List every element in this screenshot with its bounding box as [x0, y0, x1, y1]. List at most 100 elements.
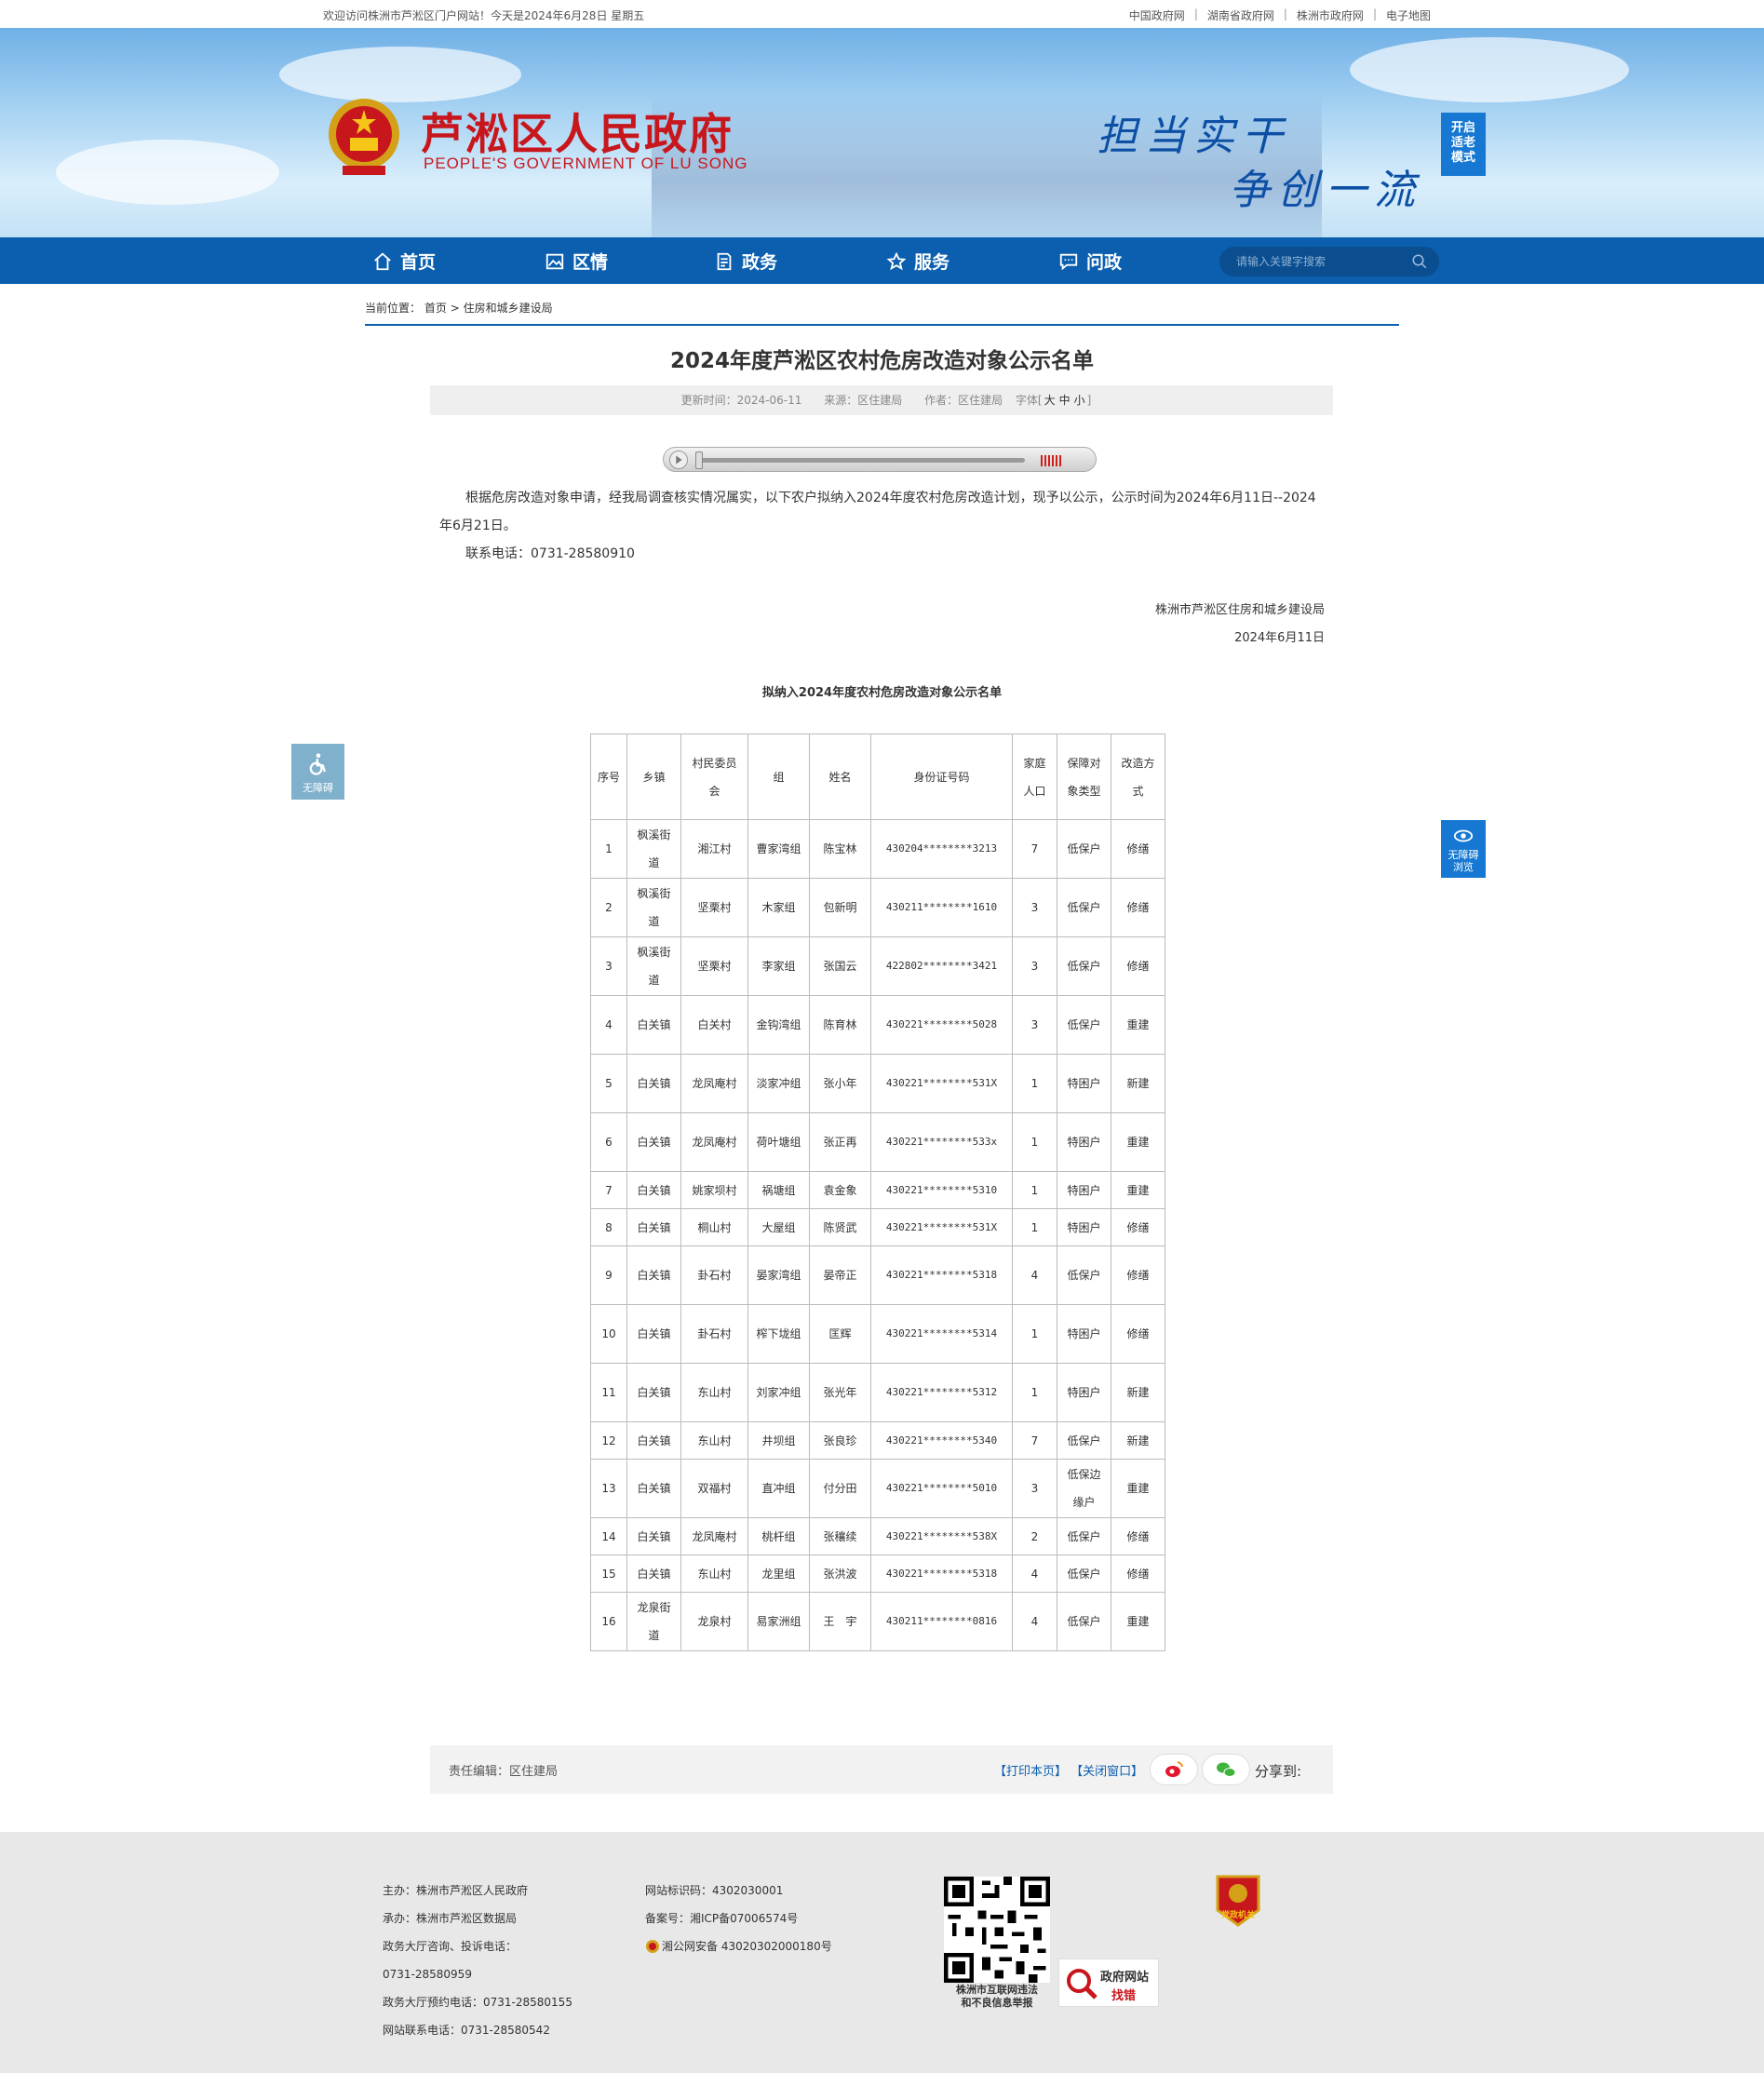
link-china-gov[interactable]: 中国政府网	[1129, 7, 1185, 23]
table-cell: 特困户	[1057, 1304, 1111, 1364]
weibo-share-button[interactable]	[1150, 1754, 1198, 1785]
site-title: 芦淞区人民政府	[421, 109, 734, 159]
footer-police-record[interactable]: 湘公网安备 43020302000180号	[645, 1932, 832, 1960]
find-error-button[interactable]: 政府网站 找错	[1058, 1959, 1159, 2007]
table-cell: 4	[1012, 1555, 1057, 1593]
search-icon[interactable]	[1411, 253, 1428, 270]
table-cell: 张小年	[809, 1054, 871, 1113]
table-cell: 匡辉	[809, 1304, 871, 1364]
accessibility-browse-button[interactable]: 无障碍 浏览	[1441, 820, 1486, 878]
article-author: 作者：区住建局	[924, 394, 1003, 407]
table-cell: 东山村	[680, 1555, 748, 1593]
table-cell: 晏帝正	[809, 1245, 871, 1305]
footer-police-text: 湘公网安备 43020302000180号	[662, 1940, 832, 1953]
audio-progress-bar[interactable]	[699, 458, 1025, 463]
table-cell: 低保户	[1057, 1421, 1111, 1460]
accessibility-button-left[interactable]: 无障碍	[291, 744, 344, 800]
nav-services[interactable]: 服务	[886, 249, 949, 274]
table-row: 16 龙泉街道 龙泉村 易家洲组王 宇 430211********0816 4 低保户 重建	[590, 1592, 1165, 1651]
breadcrumb-section[interactable]: 住房和城乡建设局	[464, 302, 553, 315]
table-cell: 4	[1012, 1592, 1057, 1651]
link-hunan-gov[interactable]: 湖南省政府网	[1207, 7, 1274, 23]
table-header-row: 序号 乡镇 村民委员会组姓名 身份证号码 家庭人口 保障对象类型 改造方式	[590, 734, 1165, 820]
home-icon	[374, 252, 391, 270]
table-row: 8 白关镇 桐山村 大屋组 陈贤武 430221********531X 1 特困户 修缮	[590, 1208, 1165, 1246]
party-gov-label: 党政机关	[1220, 1911, 1255, 1920]
font-big-button[interactable]: 大	[1044, 394, 1056, 407]
font-small-button[interactable]: 小	[1074, 394, 1085, 407]
table-cell: 3	[1012, 878, 1057, 937]
national-emblem-icon	[329, 99, 399, 175]
accessibility-label: 无障碍	[1448, 849, 1479, 861]
nav-district-info[interactable]: 区情	[545, 249, 608, 274]
table-cell: 新建	[1111, 1363, 1165, 1422]
party-gov-badge[interactable]: 党政机关	[1214, 1873, 1262, 1929]
table-cell: 张光年	[809, 1363, 871, 1422]
cloud-decoration	[56, 140, 279, 205]
footer-appointment-phone: 政务大厅预约电话：0731-28580155	[383, 1996, 572, 2009]
link-map[interactable]: 电子地图	[1386, 7, 1431, 23]
accessibility-label: 浏览	[1453, 861, 1474, 873]
wechat-share-button[interactable]	[1202, 1754, 1250, 1785]
table-cell: 3	[1012, 995, 1057, 1055]
breadcrumb-label: 当前位置：	[365, 302, 422, 315]
table-cell: 修缮	[1111, 1517, 1165, 1555]
table-row: 10 白关镇 卦石村 榨下垅组 匡辉 430221********5314 1 特困户 修缮	[590, 1304, 1165, 1364]
print-button[interactable]: 【打印本页】	[994, 1765, 1067, 1779]
table-cell: 430221********5310	[870, 1171, 1013, 1209]
wheelchair-icon	[309, 753, 326, 775]
nav-home[interactable]: 首页	[372, 249, 436, 274]
close-window-button[interactable]: 【关闭窗口】	[1071, 1765, 1143, 1779]
nav-inquiry[interactable]: 问政	[1058, 249, 1122, 274]
table-cell: 低保户	[1057, 1555, 1111, 1593]
table-cell: 11	[590, 1363, 627, 1422]
table-cell: 低保户	[1057, 1592, 1111, 1651]
table-cell: 修缮	[1111, 1304, 1165, 1364]
table-header: 序号 乡镇 村民委员会组姓名 身份证号码 家庭人口 保障对象类型 改造方式	[590, 734, 1165, 820]
table-cell: 大屋组	[747, 1208, 810, 1246]
image-icon	[545, 253, 564, 269]
breadcrumb-home[interactable]: 首页	[424, 302, 447, 315]
table-cell: 修缮	[1111, 1208, 1165, 1246]
table-row: 9 白关镇 卦石村 晏家湾组 晏帝正 430221********5318 4 低保户 修缮	[590, 1245, 1165, 1305]
table-cell: 张良珍	[809, 1421, 871, 1460]
table-cell: 430221********538X	[870, 1517, 1013, 1555]
table-cell: 枫溪街道	[626, 819, 681, 879]
table-cell: 白关村	[680, 995, 748, 1055]
table-cell: 金钩湾组	[747, 995, 810, 1055]
footer-complaint-phone: 0731-28580959	[383, 1968, 472, 1981]
table-cell: 卦石村	[680, 1245, 748, 1305]
party-gov-icon	[1216, 1875, 1260, 1927]
table-cell: 张国云	[809, 936, 871, 996]
search-input[interactable]	[1236, 253, 1404, 270]
elder-mode-button[interactable]: 开启 适老 模式	[1441, 113, 1486, 176]
table-cell: 白关镇	[626, 995, 681, 1055]
volume-icon[interactable]	[1041, 455, 1065, 466]
article-body: 根据危房改造对象申请，经我局调查核实情况属实，以下农户拟纳入2024年度农村危房…	[439, 484, 1324, 568]
table-cell: 龙凤庵村	[680, 1054, 748, 1113]
nav-government-affairs[interactable]: 政务	[714, 249, 777, 274]
link-zhuzhou-gov[interactable]: 株洲市政府网	[1297, 7, 1364, 23]
table-cell: 430221********5318	[870, 1245, 1013, 1305]
footer-icp[interactable]: 备案号：湘ICP备07006574号	[645, 1905, 832, 1932]
audio-progress-handle[interactable]	[695, 451, 703, 469]
table-header-cell: 姓名	[809, 734, 871, 820]
play-button[interactable]	[669, 451, 688, 469]
table-cell: 特困户	[1057, 1363, 1111, 1422]
chat-icon	[1059, 253, 1078, 270]
table-cell: 陈宝林	[809, 819, 871, 879]
font-mid-button[interactable]: 中	[1059, 394, 1071, 407]
table-cell: 430221********5318	[870, 1555, 1013, 1593]
table-cell: 1	[1012, 1112, 1057, 1172]
table-cell: 白关镇	[626, 1517, 681, 1555]
table-cell: 重建	[1111, 1592, 1165, 1651]
table-cell: 12	[590, 1421, 627, 1460]
table-cell: 8	[590, 1208, 627, 1246]
font-label-end: ]	[1086, 394, 1092, 407]
top-bar: 欢迎访问株洲市芦淞区门户网站！今天是2024年6月28日 星期五 中国政府网 |…	[0, 0, 1764, 28]
table-cell: 木家组	[747, 878, 810, 937]
table-cell: 16	[590, 1592, 627, 1651]
table-cell: 东山村	[680, 1363, 748, 1422]
accessibility-label: 无障碍	[303, 782, 333, 794]
search-box	[1219, 247, 1439, 276]
